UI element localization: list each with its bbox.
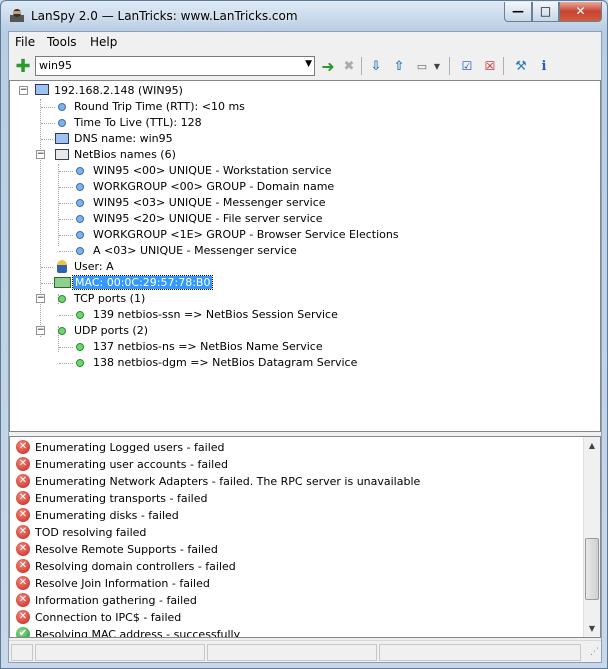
toolbar-separator xyxy=(361,57,362,75)
tree-item[interactable]: Time To Live (TTL): 128 xyxy=(10,115,410,131)
scroll-down-icon[interactable]: ▼ xyxy=(584,620,600,637)
info-dot-icon xyxy=(76,167,84,175)
host-tree[interactable]: − 192.168.2.148 (WIN95) Round Trip Time … xyxy=(9,80,601,432)
tree-item-user[interactable]: User: A xyxy=(10,259,410,275)
tree-item[interactable]: DNS name: win95 xyxy=(10,131,410,147)
menu-tools[interactable]: Tools xyxy=(47,35,77,49)
tree-item[interactable]: WIN95 <00> UNIQUE - Workstation service xyxy=(10,163,510,179)
toolbar-separator xyxy=(449,57,450,75)
close-button[interactable]: ✕ xyxy=(559,2,602,22)
minimize-button[interactable]: — xyxy=(504,2,532,22)
info-dot-icon xyxy=(76,247,84,255)
status-panel xyxy=(35,644,205,661)
collapse-icon[interactable]: − xyxy=(36,294,45,303)
tree-item[interactable]: A <03> UNIQUE - Messenger service xyxy=(10,243,510,259)
deselect-icon[interactable]: ☒ xyxy=(481,57,499,75)
log-scrollbar[interactable]: ▲ ▼ xyxy=(583,437,600,637)
dns-computer-icon xyxy=(55,133,69,144)
tree-item[interactable]: 139 netbios-ssn => NetBios Session Servi… xyxy=(10,307,510,323)
collapse-icon[interactable]: − xyxy=(19,86,28,95)
window-title: LanSpy 2.0 — LanTricks: www.LanTricks.co… xyxy=(31,9,298,23)
info-dot-icon xyxy=(76,199,84,207)
stop-icon[interactable]: ✖ xyxy=(340,57,358,75)
error-icon: ✕ xyxy=(16,542,30,556)
status-panel xyxy=(207,644,377,661)
port-dot-icon xyxy=(76,343,84,351)
tree-root[interactable]: − 192.168.2.148 (WIN95) xyxy=(14,83,314,99)
app-window: LanSpy 2.0 — LanTricks: www.LanTricks.co… xyxy=(0,0,608,669)
toolbar: ✚ win95 ▼ ➜ ✖ ⇩ ⇧ ▭ ▼ ☑ ☒ ⚒ i xyxy=(9,53,601,79)
add-icon[interactable]: ✚ xyxy=(14,56,32,77)
info-dot-icon xyxy=(76,215,84,223)
import-down-icon[interactable]: ⇩ xyxy=(367,57,385,75)
root-label: 192.168.2.148 (WIN95) xyxy=(54,84,183,97)
info-dot-icon xyxy=(76,231,84,239)
close-icon: ✕ xyxy=(575,4,586,18)
tree-item[interactable]: WORKGROUP <00> GROUP - Domain name xyxy=(10,179,510,195)
tree-item[interactable]: WIN95 <03> UNIQUE - Messenger service xyxy=(10,195,510,211)
minimize-icon: — xyxy=(512,4,524,18)
tree-item-mac[interactable]: MAC: 00:0C:29:57:78:B0 xyxy=(10,275,410,291)
tree-item[interactable]: WIN95 <20> UNIQUE - File server service xyxy=(10,211,510,227)
info-dot-icon xyxy=(76,183,84,191)
tools-icon[interactable]: ⚒ xyxy=(512,57,530,75)
maximize-icon: □ xyxy=(539,4,552,18)
error-icon: ✕ xyxy=(16,525,30,539)
tree-item-netbios[interactable]: − NetBios names (6) xyxy=(10,147,410,163)
scroll-up-icon[interactable]: ▲ xyxy=(584,437,600,454)
error-icon: ✕ xyxy=(16,593,30,607)
info-icon[interactable]: i xyxy=(535,57,553,75)
error-icon: ✕ xyxy=(16,610,30,624)
error-icon: ✕ xyxy=(16,576,30,590)
tree-item[interactable]: Round Trip Time (RTT): <10 ms xyxy=(10,99,410,115)
port-dot-icon xyxy=(58,327,66,335)
user-icon xyxy=(57,260,67,273)
tree-item-tcp[interactable]: − TCP ports (1) xyxy=(10,291,410,307)
options-dropdown-icon[interactable]: ▼ xyxy=(431,57,443,75)
tree-item[interactable]: 138 netbios-dgm => NetBios Datagram Serv… xyxy=(10,355,510,371)
error-icon: ✕ xyxy=(16,559,30,573)
client-area: File Tools Help ✚ win95 ▼ ➜ ✖ ⇩ ⇧ ▭ ▼ ☑ … xyxy=(8,31,602,663)
log-list[interactable]: ✕ Enumerating Logged users - failed ✕ Enum… xyxy=(9,436,601,638)
netbios-icon xyxy=(55,149,69,160)
port-dot-icon xyxy=(58,295,66,303)
scroll-thumb[interactable] xyxy=(585,538,599,600)
network-card-icon xyxy=(54,277,71,288)
port-dot-icon xyxy=(76,359,84,367)
error-icon: ✕ xyxy=(16,508,30,522)
computer-icon xyxy=(35,84,49,95)
export-up-icon[interactable]: ⇧ xyxy=(390,57,408,75)
tree-item[interactable]: WORKGROUP <1E> GROUP - Browser Service E… xyxy=(10,227,510,243)
titlebar[interactable]: LanSpy 2.0 — LanTricks: www.LanTricks.co… xyxy=(1,1,607,31)
mac-label-selected: MAC: 00:0C:29:57:78:B0 xyxy=(71,275,214,290)
chevron-down-icon[interactable]: ▼ xyxy=(305,59,312,69)
menubar: File Tools Help xyxy=(9,32,601,52)
error-icon: ✕ xyxy=(16,491,30,505)
info-dot-icon xyxy=(58,119,66,127)
spy-app-icon xyxy=(10,9,24,22)
status-panel xyxy=(11,644,33,661)
tree-item[interactable]: 137 netbios-ns => NetBios Name Service xyxy=(10,339,510,355)
resize-grip-icon[interactable]: ⋰ xyxy=(590,647,599,657)
status-panel xyxy=(379,644,581,661)
address-value: win95 xyxy=(39,59,73,72)
error-icon: ✕ xyxy=(16,474,30,488)
menu-help[interactable]: Help xyxy=(90,35,117,49)
address-combobox[interactable]: win95 ▼ xyxy=(35,56,315,76)
error-icon: ✕ xyxy=(16,457,30,471)
go-arrow-icon[interactable]: ➜ xyxy=(319,57,337,76)
status-bar: ⋰ xyxy=(9,640,601,662)
collapse-icon[interactable]: − xyxy=(36,326,45,335)
error-icon: ✕ xyxy=(16,440,30,454)
info-dot-icon xyxy=(58,103,66,111)
toolbar-separator xyxy=(503,57,504,75)
success-check-icon: ✔ xyxy=(16,627,30,637)
collapse-icon[interactable]: − xyxy=(36,150,45,159)
tree-item-udp[interactable]: − UDP ports (2) xyxy=(10,323,410,339)
port-dot-icon xyxy=(76,311,84,319)
maximize-button[interactable]: □ xyxy=(532,2,559,22)
menu-file[interactable]: File xyxy=(15,35,35,49)
options-icon[interactable]: ▭ xyxy=(413,57,431,75)
select-all-icon[interactable]: ☑ xyxy=(458,57,476,75)
